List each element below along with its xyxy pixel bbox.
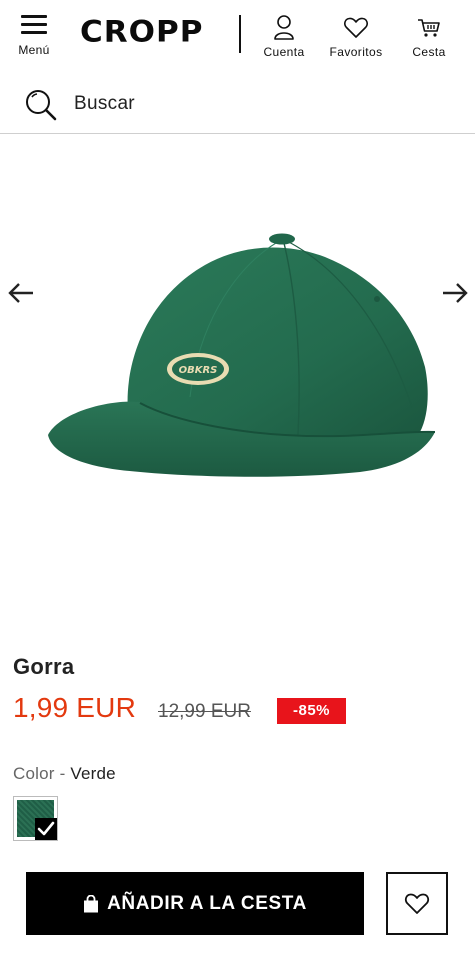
account-label: Cuenta (263, 45, 305, 59)
cart-label: Cesta (412, 45, 446, 59)
heart-icon (344, 17, 368, 38)
cart-button[interactable]: Cesta (404, 14, 454, 59)
color-swatch-verde[interactable] (13, 796, 58, 841)
arrow-right-icon[interactable] (440, 281, 470, 305)
old-price: 12,99 EUR (158, 701, 251, 722)
search-input[interactable]: Buscar (74, 93, 135, 115)
menu-button[interactable]: Menú (13, 14, 55, 60)
account-button[interactable]: Cuenta (256, 14, 312, 59)
add-to-cart-label: AÑADIR A LA CESTA (107, 892, 307, 914)
product-image: OBKRS (48, 233, 435, 477)
product-name: Gorra (13, 654, 75, 679)
arrow-left-icon[interactable] (6, 281, 36, 305)
header-divider (239, 15, 241, 53)
search-icon (26, 90, 57, 121)
cart-icon (418, 19, 440, 37)
logo[interactable]: CROPP (80, 15, 203, 49)
hamburger-icon (21, 14, 47, 34)
site-header: Menú CROPP Cuenta Favoritos Cesta (0, 0, 475, 68)
shopping-bag-icon (84, 894, 99, 912)
discount-badge: -85% (277, 698, 346, 724)
color-value: Verde (70, 764, 116, 783)
search-bar[interactable]: Buscar (0, 78, 475, 134)
favorites-button[interactable]: Favoritos (321, 14, 391, 59)
user-icon (274, 15, 294, 40)
color-separator: - (59, 764, 66, 783)
product-gallery: OBKRS (0, 135, 475, 635)
wishlist-button[interactable] (386, 872, 448, 935)
checkmark-icon (35, 818, 57, 840)
menu-label: Menú (18, 43, 50, 57)
favorites-label: Favoritos (329, 45, 383, 59)
current-price: 1,99 EUR (13, 692, 136, 723)
heart-icon (404, 893, 430, 914)
cap-patch-text: OBKRS (179, 365, 218, 376)
color-label: Color - Verde (13, 764, 116, 784)
color-key: Color (13, 764, 55, 783)
add-to-cart-button[interactable]: AÑADIR A LA CESTA (26, 872, 364, 935)
